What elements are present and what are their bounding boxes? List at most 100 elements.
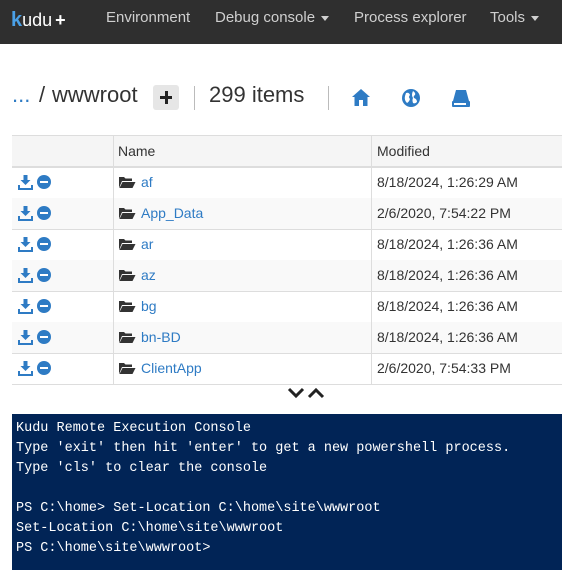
delete-icon[interactable]: [37, 237, 51, 251]
download-icon[interactable]: [18, 298, 33, 314]
folder-icon: [119, 332, 136, 343]
item-count: 299 items: [209, 82, 305, 107]
column-divider: [371, 136, 372, 166]
nav-debug-console[interactable]: Debug console: [215, 0, 330, 36]
modified-date: 8/18/2024, 1:26:36 AM: [377, 236, 518, 252]
column-divider: [113, 291, 114, 322]
column-divider: [371, 229, 372, 260]
download-icon[interactable]: [18, 360, 33, 376]
delete-icon[interactable]: [37, 330, 51, 344]
caret-down-icon: [321, 15, 330, 21]
table-row: bn-BD 8/18/2024, 1:26:36 AM: [12, 322, 562, 354]
divider: [194, 86, 195, 110]
column-divider: [113, 167, 114, 198]
brand-plus: +: [55, 9, 66, 30]
column-divider: [113, 229, 114, 260]
column-divider: [113, 322, 114, 353]
table-row: az 8/18/2024, 1:26:36 AM: [12, 260, 562, 292]
file-name-link[interactable]: ar: [141, 236, 153, 252]
nav-process-explorer-label: Process explorer: [354, 9, 467, 26]
column-header-name[interactable]: Name: [118, 143, 155, 159]
breadcrumb-parent-link[interactable]: ...: [12, 82, 30, 108]
breadcrumb-current-folder: wwwroot: [52, 82, 138, 107]
file-table: Name Modified af 8/18/2024, 1:26:29 AM App…: [12, 135, 562, 389]
divider: [328, 86, 329, 110]
folder-icon: [119, 363, 136, 374]
download-icon[interactable]: [18, 174, 33, 190]
folder-icon: [119, 301, 136, 312]
caret-down-icon: [531, 15, 540, 21]
file-name-link[interactable]: af: [141, 174, 153, 190]
column-divider: [371, 322, 372, 353]
brand-letter: k: [11, 8, 23, 31]
modified-date: 2/6/2020, 7:54:22 PM: [377, 205, 511, 221]
console-line: Type 'exit' then hit 'enter' to get a ne…: [16, 441, 511, 456]
console-line: Type 'cls' to clear the console: [16, 461, 268, 476]
nav-environment-label: Environment: [106, 9, 191, 26]
table-row: bg 8/18/2024, 1:26:36 AM: [12, 291, 562, 323]
delete-icon[interactable]: [37, 361, 51, 375]
delete-icon[interactable]: [37, 299, 51, 313]
folder-icon: [119, 177, 136, 188]
file-name-link[interactable]: az: [141, 267, 156, 283]
console-line: PS C:\home\site\wwwroot>: [16, 541, 211, 556]
nav-environment[interactable]: Environment: [106, 0, 190, 36]
table-row: ar 8/18/2024, 1:26:36 AM: [12, 229, 562, 261]
modified-date: 8/18/2024, 1:26:36 AM: [377, 298, 518, 314]
folder-icon: [119, 270, 136, 281]
column-divider: [371, 353, 372, 384]
column-header-modified[interactable]: Modified: [377, 143, 430, 159]
file-name-link[interactable]: bg: [141, 298, 157, 314]
column-divider: [371, 198, 372, 229]
delete-icon[interactable]: [37, 206, 51, 220]
drive-icon: [452, 90, 470, 107]
table-row: App_Data 2/6/2020, 7:54:22 PM: [12, 198, 562, 230]
column-divider: [113, 198, 114, 229]
brand-name: udu: [22, 9, 53, 30]
globe-icon: [402, 89, 420, 107]
add-item-button[interactable]: [153, 85, 179, 110]
column-divider: [113, 353, 114, 384]
modified-date: 8/18/2024, 1:26:36 AM: [377, 267, 518, 283]
drive-button[interactable]: [451, 88, 471, 113]
file-name-link[interactable]: ClientApp: [141, 360, 202, 376]
chevron-down-up-icon: [287, 387, 325, 399]
download-icon[interactable]: [18, 329, 33, 345]
modified-date: 8/18/2024, 1:26:29 AM: [377, 174, 518, 190]
console-line: Kudu Remote Execution Console: [16, 421, 251, 436]
download-icon[interactable]: [18, 205, 33, 221]
nav-process-explorer[interactable]: Process explorer: [354, 0, 467, 36]
column-divider: [113, 136, 114, 166]
console-line: PS C:\home> Set-Location C:\home\site\ww…: [16, 501, 381, 516]
folder-icon: [119, 239, 136, 250]
globe-button[interactable]: [401, 88, 421, 113]
column-divider: [371, 167, 372, 198]
nav-tools-label: Tools: [490, 9, 526, 26]
delete-icon[interactable]: [37, 175, 51, 189]
column-divider: [371, 291, 372, 322]
plus-icon-stem: [164, 91, 168, 104]
file-name-link[interactable]: App_Data: [141, 205, 203, 221]
nav-tools[interactable]: Tools: [490, 0, 540, 36]
modified-date: 2/6/2020, 7:54:33 PM: [377, 360, 511, 376]
file-name-link[interactable]: bn-BD: [141, 329, 181, 345]
home-icon: [352, 89, 370, 106]
nav-debug-console-label: Debug console: [215, 9, 316, 26]
resize-console-toggle[interactable]: [287, 386, 329, 405]
table-header: Name Modified: [12, 135, 562, 168]
console-line: Set-Location C:\home\site\wwwroot: [16, 521, 284, 536]
column-divider: [371, 260, 372, 291]
folder-icon: [119, 208, 136, 219]
top-navbar: k udu + Environment Debug console Proces…: [0, 0, 562, 44]
download-icon[interactable]: [18, 236, 33, 252]
kudu-brand-logo[interactable]: k udu +: [11, 9, 66, 31]
table-row: ClientApp 2/6/2020, 7:54:33 PM: [12, 353, 562, 385]
home-button[interactable]: [351, 88, 371, 112]
table-row: af 8/18/2024, 1:26:29 AM: [12, 167, 562, 199]
download-icon[interactable]: [18, 267, 33, 283]
column-divider: [113, 260, 114, 291]
breadcrumb-separator: /: [39, 82, 46, 107]
powershell-console[interactable]: Kudu Remote Execution Console Type 'exit'…: [12, 414, 562, 570]
modified-date: 8/18/2024, 1:26:36 AM: [377, 329, 518, 345]
delete-icon[interactable]: [37, 268, 51, 282]
